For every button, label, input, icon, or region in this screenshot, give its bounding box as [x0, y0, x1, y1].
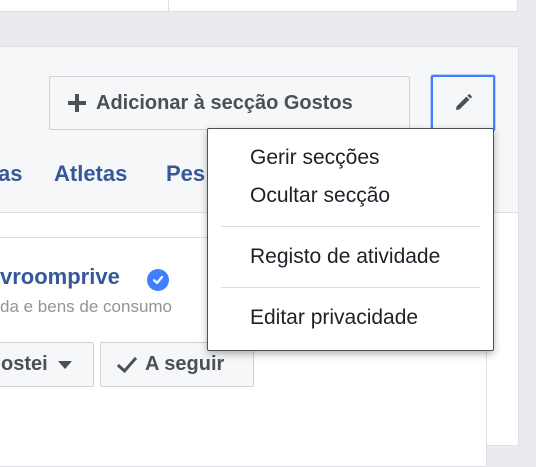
previous-card-edge [0, 0, 518, 12]
tab-athletes[interactable]: Atletas [54, 161, 127, 187]
verified-badge-icon [147, 269, 169, 291]
menu-item-activity-log[interactable]: Registo de atividade [208, 238, 493, 276]
liked-button[interactable]: ostei [0, 342, 94, 387]
edit-section-button[interactable] [431, 75, 495, 131]
page-name-link[interactable]: vroomprive [0, 264, 120, 290]
menu-item-manage-sections[interactable]: Gerir secções [208, 139, 493, 177]
section-options-menu: Gerir secções Ocultar secção Registo de … [207, 128, 494, 351]
caret-down-icon [57, 360, 72, 369]
menu-item-edit-privacy[interactable]: Editar privacidade [208, 299, 493, 337]
menu-item-hide-section[interactable]: Ocultar secção [208, 177, 493, 215]
liked-label: ostei [1, 353, 48, 375]
checkmark-icon [117, 356, 137, 374]
tab-partial[interactable]: as [0, 161, 22, 187]
plus-icon [68, 94, 86, 112]
pencil-icon [453, 93, 473, 113]
menu-separator [221, 226, 480, 227]
likes-section-header: Adicionar à secção Gostos [0, 47, 518, 141]
menu-separator [221, 287, 480, 288]
tab-people[interactable]: Pes [166, 161, 205, 187]
page-category: da e bens de consumo [0, 297, 173, 316]
add-to-likes-label: Adicionar à secção Gostos [96, 91, 353, 114]
add-to-likes-button[interactable]: Adicionar à secção Gostos [49, 76, 410, 130]
divider [168, 0, 169, 12]
following-label: A seguir [145, 353, 225, 375]
